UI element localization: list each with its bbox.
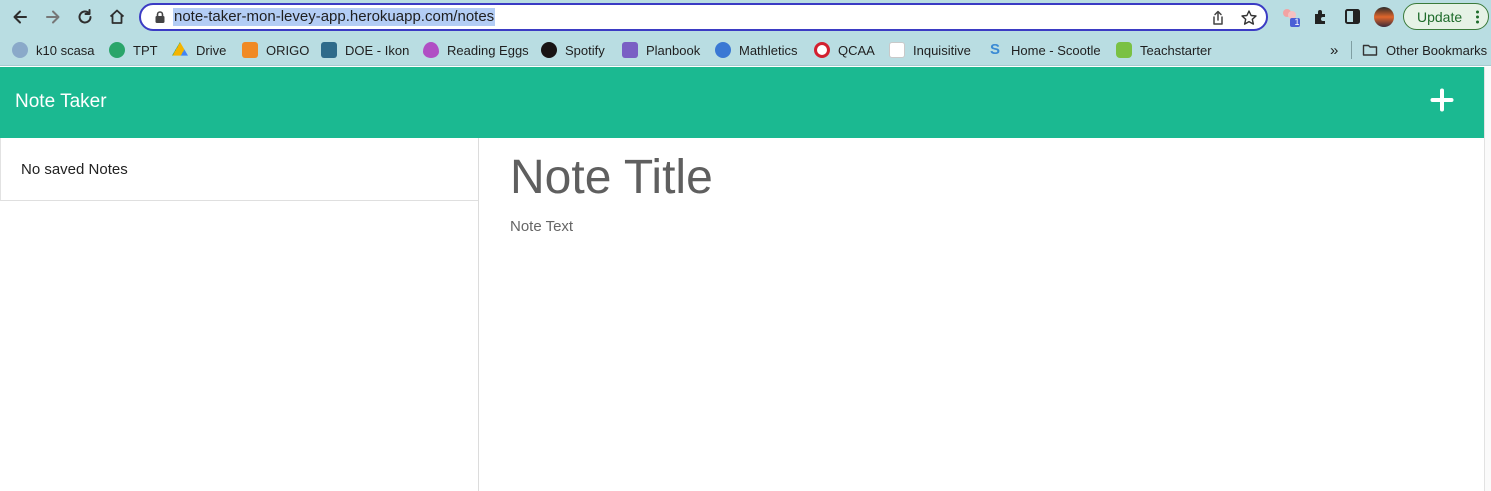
list-item: No saved Notes [0, 138, 478, 201]
bookmark-reading-eggs[interactable]: Reading Eggs [423, 40, 529, 60]
tpt-icon [109, 42, 125, 58]
inquisitive-icon [889, 42, 905, 58]
bookmark-planbook[interactable]: Planbook [622, 40, 700, 60]
forward-arrow-icon[interactable] [41, 5, 65, 29]
drive-icon [172, 42, 188, 56]
spotify-icon [541, 42, 557, 58]
planbook-icon [622, 42, 638, 58]
note-text-area[interactable] [510, 218, 1410, 468]
note-title-input[interactable] [510, 150, 1410, 205]
bookmark-doe-ikon[interactable]: DOE - Ikon [321, 40, 409, 60]
puzzle-extensions-icon[interactable] [1311, 6, 1333, 28]
teachstarter-icon [1116, 42, 1132, 58]
new-note-plus-icon[interactable] [1430, 88, 1454, 112]
note-editor [480, 138, 1484, 491]
address-bar[interactable]: note-taker-mon-levey-app.herokuapp.com/n… [139, 3, 1268, 31]
mathletics-icon [715, 42, 731, 58]
no-notes-message: No saved Notes [21, 161, 128, 178]
update-label: Update [1417, 8, 1463, 25]
bookmark-k10-scasa[interactable]: k10 scasa [12, 40, 95, 60]
more-menu-icon[interactable] [1476, 10, 1479, 24]
lock-icon[interactable] [153, 10, 167, 24]
home-icon[interactable] [105, 5, 129, 29]
bookmarks-overflow-chevron-icon[interactable]: » [1330, 40, 1338, 60]
reload-icon[interactable] [73, 5, 97, 29]
extension-badge-count: 1 [1294, 17, 1300, 27]
bookmark-spotify[interactable]: Spotify [541, 40, 605, 60]
qcaa-icon [814, 42, 830, 58]
scootle-icon: S [989, 41, 1000, 58]
share-icon[interactable] [1209, 9, 1227, 27]
update-button[interactable]: Update [1403, 3, 1489, 30]
back-arrow-icon[interactable] [8, 5, 32, 29]
egg-icon [423, 42, 439, 58]
bookmark-home-scootle[interactable]: S Home - Scootle [987, 40, 1101, 60]
bookmark-tpt[interactable]: TPT [109, 40, 158, 60]
app-navbar: Note Taker [0, 67, 1484, 138]
other-bookmarks-folder[interactable]: Other Bookmarks [1362, 40, 1487, 60]
bookmark-qcaa[interactable]: QCAA [814, 40, 875, 60]
profile-avatar-icon[interactable] [1373, 6, 1395, 28]
bookmarks-bar: k10 scasa TPT Drive ORIGO DOE - Ikon Rea… [0, 34, 1491, 66]
bookmarks-separator [1351, 41, 1352, 59]
page-scrollbar[interactable] [1484, 67, 1491, 491]
bookmark-drive[interactable]: Drive [172, 40, 226, 60]
bookmark-inquisitive[interactable]: Inquisitive [889, 40, 971, 60]
folder-icon [1362, 44, 1378, 56]
bookmark-origo[interactable]: ORIGO [242, 40, 309, 60]
bookmark-star-icon[interactable] [1240, 9, 1258, 27]
url-text[interactable]: note-taker-mon-levey-app.herokuapp.com/n… [173, 8, 496, 26]
browser-toolbar: note-taker-mon-levey-app.herokuapp.com/n… [0, 0, 1491, 34]
ikon-icon [321, 42, 337, 58]
notes-sidebar: No saved Notes [0, 138, 479, 491]
bookmark-mathletics[interactable]: Mathletics [715, 40, 798, 60]
app-title[interactable]: Note Taker [15, 91, 107, 113]
cloud-icon [12, 42, 28, 58]
side-panel-icon[interactable] [1342, 6, 1364, 28]
bookmark-teachstarter[interactable]: Teachstarter [1116, 40, 1212, 60]
origo-icon [242, 42, 258, 58]
